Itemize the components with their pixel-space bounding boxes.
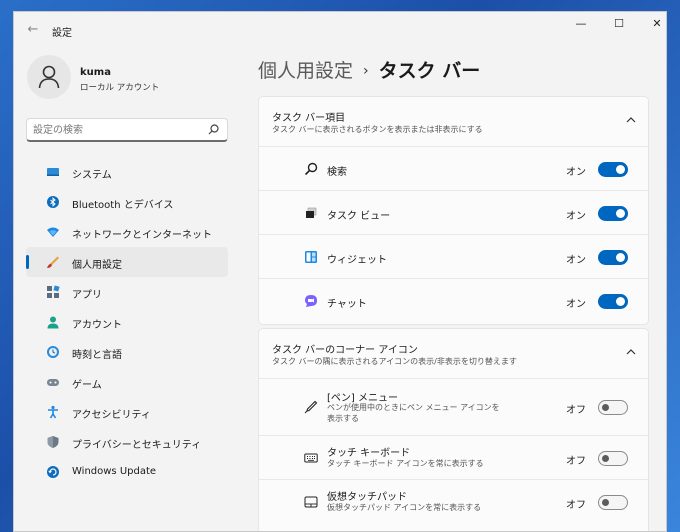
chevron-up-icon[interactable] — [626, 117, 636, 123]
setting-description: ペンが使用中のときにペン メニュー アイコンを表示する — [327, 403, 500, 423]
user-name: kuma — [80, 67, 111, 78]
toggle-state-label: オフ — [566, 456, 586, 467]
sidebar-item-label: ネットワークとインターネット — [72, 230, 212, 241]
network-icon — [47, 227, 59, 237]
windows-update-icon — [47, 466, 59, 478]
virtual-touchpad-toggle[interactable] — [598, 495, 628, 510]
setting-row-virtual-touchpad: 仮想タッチパッド 仮想タッチパッド アイコンを常に表示する オフ — [259, 480, 648, 524]
toggle-state-label: オフ — [566, 405, 586, 416]
sidebar-item-accessibility[interactable]: アクセシビリティ — [26, 397, 228, 427]
sidebar-item-windows-update[interactable]: Windows Update — [26, 457, 228, 487]
sidebar-item-label: 時刻と言語 — [72, 350, 122, 361]
touch-keyboard-toggle[interactable] — [598, 451, 628, 466]
sidebar-item-label: プライバシーとセキュリティ — [72, 440, 202, 451]
bluetooth-icon — [47, 196, 59, 208]
chat-icon — [305, 295, 317, 307]
close-button[interactable]: ✕ — [638, 12, 666, 36]
widgets-icon — [305, 251, 317, 263]
corner-icons-section: タスク バーのコーナー アイコン タスク バーの隅に表示されるアイコンの表示/非… — [258, 328, 649, 531]
task-view-icon — [306, 207, 317, 218]
search-toggle[interactable] — [598, 162, 628, 177]
toggle-state-label: オン — [566, 255, 586, 266]
setting-row-touch-keyboard: タッチ キーボード タッチ キーボード アイコンを常に表示する オフ — [259, 436, 648, 480]
taskbar-items-header[interactable]: タスク バー項目 タスク バーに表示されるボタンを表示または非表示にする — [259, 97, 648, 147]
gaming-icon — [47, 379, 59, 386]
sidebar-item-label: アカウント — [72, 320, 122, 331]
chat-toggle[interactable] — [598, 294, 628, 309]
minimize-button[interactable]: — — [562, 12, 600, 36]
section-subtitle: タスク バーの隅に表示されるアイコンの表示/非表示を切り替えます — [272, 357, 517, 366]
setting-label: チャット — [327, 299, 367, 310]
breadcrumb-parent[interactable]: 個人用設定 — [258, 60, 353, 82]
sidebar-item-personalization[interactable]: 個人用設定 — [26, 247, 228, 277]
app-title: 設定 — [52, 28, 72, 39]
back-button[interactable]: ← — [24, 21, 42, 39]
sidebar-item-label: システム — [72, 170, 112, 181]
sidebar-item-label: アクセシビリティ — [72, 410, 151, 421]
sidebar-item-accounts[interactable]: アカウント — [26, 307, 228, 337]
setting-label: タッチ キーボード — [327, 448, 411, 459]
system-icon — [47, 168, 59, 176]
widgets-toggle[interactable] — [598, 250, 628, 265]
search-box[interactable] — [26, 118, 228, 142]
avatar[interactable] — [27, 55, 71, 99]
breadcrumb: 個人用設定 › タスク バー — [258, 56, 480, 83]
setting-row-task-view: タスク ビュー オン — [259, 191, 648, 235]
page-title: タスク バー — [378, 60, 481, 82]
section-subtitle: タスク バーに表示されるボタンを表示または非表示にする — [272, 125, 483, 134]
pen-icon — [304, 400, 318, 414]
keyboard-icon — [304, 453, 318, 463]
setting-row-search: 検索 オン — [259, 147, 648, 191]
sidebar-item-label: 個人用設定 — [72, 260, 122, 271]
sidebar-item-bluetooth[interactable]: Bluetooth とデバイス — [26, 187, 228, 217]
privacy-icon — [47, 436, 59, 448]
taskbar-items-section: タスク バー項目 タスク バーに表示されるボタンを表示または非表示にする 検索 … — [258, 96, 649, 325]
account-icon — [47, 316, 59, 329]
maximize-button[interactable]: ☐ — [600, 12, 638, 36]
personalization-icon — [47, 256, 59, 268]
setting-row-pen-menu: [ペン] メニュー ペンが使用中のときにペン メニュー アイコンを表示する オフ — [259, 379, 648, 436]
sidebar-item-label: ゲーム — [72, 380, 102, 391]
sidebar-item-gaming[interactable]: ゲーム — [26, 367, 228, 397]
setting-label: 仮想タッチパッド — [327, 492, 407, 503]
sidebar-item-label: Windows Update — [72, 466, 157, 477]
setting-label: 検索 — [327, 167, 347, 178]
setting-row-widgets: ウィジェット オン — [259, 235, 648, 279]
accessibility-icon — [48, 405, 58, 419]
section-title: タスク バー項目 — [272, 113, 346, 124]
account-type: ローカル アカウント — [80, 83, 160, 93]
settings-window: ← 設定 — ☐ ✕ kuma ローカル アカウント システム Bluetoot… — [13, 11, 667, 532]
sidebar-item-privacy[interactable]: プライバシーとセキュリティ — [26, 427, 228, 457]
setting-label: タスク ビュー — [327, 211, 391, 222]
setting-description: タッチ キーボード アイコンを常に表示する — [327, 459, 484, 468]
user-icon — [38, 65, 60, 89]
toggle-state-label: オン — [566, 299, 586, 310]
sidebar-item-system[interactable]: システム — [26, 157, 228, 187]
sidebar-item-label: アプリ — [72, 290, 102, 301]
sidebar-item-label: Bluetooth とデバイス — [72, 200, 174, 211]
search-input[interactable] — [33, 122, 203, 138]
setting-description: 仮想タッチパッド アイコンを常に表示する — [327, 503, 482, 512]
sidebar-item-time-language[interactable]: 時刻と言語 — [26, 337, 228, 367]
search-icon — [208, 124, 219, 135]
toggle-state-label: オフ — [566, 500, 586, 511]
task-view-toggle[interactable] — [598, 206, 628, 221]
corner-icons-header[interactable]: タスク バーのコーナー アイコン タスク バーの隅に表示されるアイコンの表示/非… — [259, 329, 648, 379]
apps-icon — [47, 285, 60, 298]
time-language-icon — [47, 346, 59, 358]
sidebar-item-apps[interactable]: アプリ — [26, 277, 228, 307]
search-icon — [304, 162, 318, 176]
toggle-state-label: オン — [566, 211, 586, 222]
sidebar-nav: システム Bluetooth とデバイス ネットワークとインターネット 個人用設… — [26, 157, 228, 487]
chevron-up-icon[interactable] — [626, 349, 636, 355]
title-bar: ← 設定 — ☐ ✕ — [14, 12, 666, 48]
section-title: タスク バーのコーナー アイコン — [272, 345, 418, 356]
toggle-state-label: オン — [566, 167, 586, 178]
touchpad-icon — [304, 496, 318, 508]
breadcrumb-separator: › — [363, 63, 369, 79]
sidebar-item-network[interactable]: ネットワークとインターネット — [26, 217, 228, 247]
pen-menu-toggle[interactable] — [598, 400, 628, 415]
setting-row-chat: チャット オン — [259, 279, 648, 323]
setting-label: ウィジェット — [327, 255, 387, 266]
